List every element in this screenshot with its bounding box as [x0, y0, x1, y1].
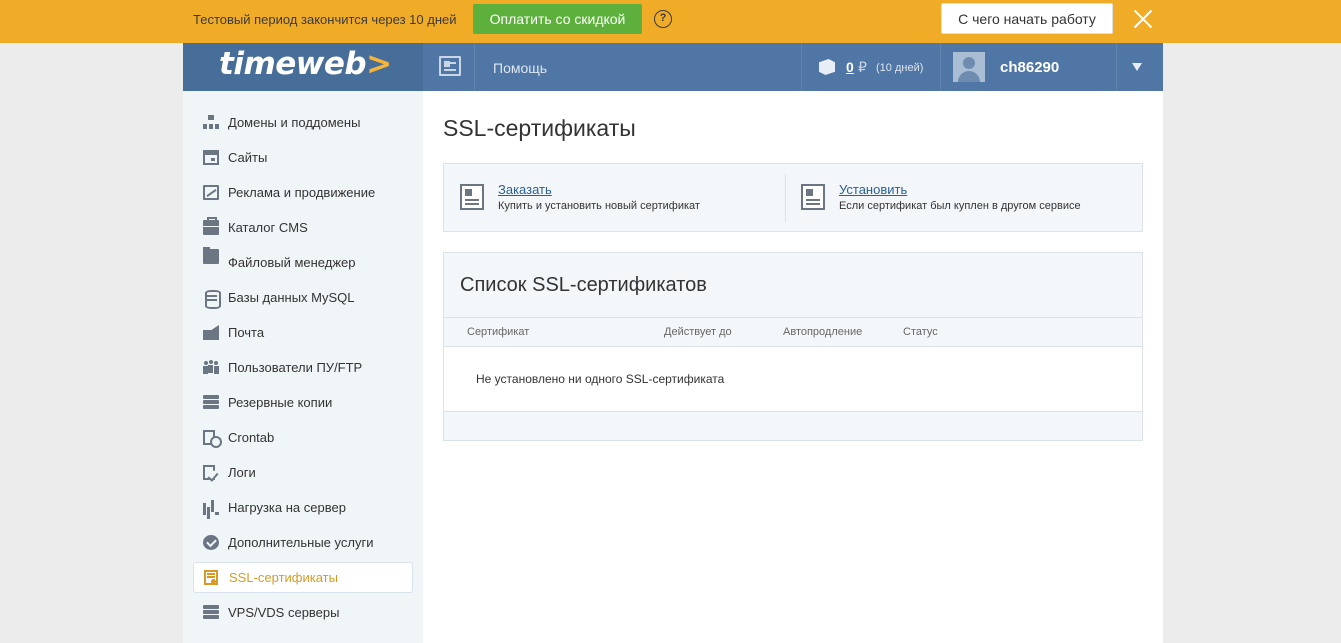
gear-icon	[203, 535, 219, 550]
news-icon[interactable]	[439, 56, 461, 76]
logo[interactable]: timeweb>	[183, 43, 423, 91]
users-icon	[203, 360, 219, 375]
sidebar-item-vps[interactable]: VPS/VDS серверы	[193, 597, 413, 628]
order-description: Купить и установить новый сертификат	[498, 200, 700, 212]
sidebar-item-users-ftp[interactable]: Пользователи ПУ/FTP	[193, 352, 413, 383]
sidebar-item-sites[interactable]: Сайты	[193, 142, 413, 173]
column-header-valid-until: Действует до	[664, 326, 732, 338]
sidebar-item-file-manager[interactable]: Файловый менеджер	[193, 247, 413, 278]
balance-days: (10 дней)	[876, 62, 924, 74]
sidebar-item-ads[interactable]: Реклама и продвижение	[193, 177, 413, 208]
sidebar-item-label: Реклама и продвижение	[228, 185, 376, 200]
database-icon	[205, 290, 221, 309]
sidebar-item-label: Сайты	[228, 150, 268, 165]
ssl-actions-panel: Заказать Купить и установить новый серти…	[443, 163, 1143, 232]
header-divider	[801, 43, 802, 91]
certificate-icon	[204, 570, 218, 585]
sidebar-item-label: Каталог CMS	[228, 220, 308, 235]
sidebar-item-crontab[interactable]: Crontab	[193, 422, 413, 453]
avatar[interactable]	[953, 52, 985, 82]
sidebar-item-label: Логи	[228, 465, 256, 480]
sidebar: Домены и поддомены Сайты Реклама и продв…	[183, 91, 423, 643]
order-link[interactable]: Заказать	[498, 182, 552, 197]
logo-text: timeweb>	[219, 46, 392, 82]
window-icon	[203, 150, 219, 165]
sidebar-item-label: Дополнительные услуги	[228, 535, 374, 550]
folder-icon	[203, 247, 219, 264]
column-header-status: Статус	[903, 326, 938, 338]
username[interactable]: ch86290	[1000, 59, 1059, 76]
certificate-icon	[801, 184, 825, 210]
sidebar-item-ssl[interactable]: SSL-сертификаты	[193, 562, 413, 593]
pay-discount-button[interactable]: Оплатить со скидкой	[473, 4, 642, 34]
sidebar-item-label: Crontab	[228, 430, 275, 445]
sidebar-item-label: Домены и поддомены	[228, 115, 361, 130]
column-header-autorenew: Автопродление	[783, 326, 863, 338]
sitemap-icon	[203, 115, 219, 130]
box-icon	[203, 217, 219, 235]
header-divider	[1116, 43, 1117, 91]
chevron-down-icon[interactable]	[1132, 63, 1142, 71]
help-question-icon[interactable]: ?	[654, 10, 672, 28]
log-icon	[203, 465, 215, 480]
sidebar-item-mail[interactable]: Почта	[193, 317, 413, 348]
page-title: SSL-сертификаты	[443, 115, 636, 141]
sidebar-item-extra-services[interactable]: Дополнительные услуги	[193, 527, 413, 558]
ssl-list-panel: Список SSL-сертификатов Сертификат Дейст…	[443, 252, 1143, 441]
header-divider	[940, 43, 941, 91]
install-link[interactable]: Установить	[839, 182, 907, 197]
clock-icon	[203, 430, 222, 448]
getting-started-button[interactable]: С чего начать работу	[941, 3, 1113, 34]
sidebar-item-label: Файловый менеджер	[228, 255, 356, 270]
sidebar-item-domains[interactable]: Домены и поддомены	[193, 107, 413, 138]
top-header: timeweb> Помощь 0 ₽ (10 дней) ch86290	[183, 43, 1163, 91]
list-footer	[444, 411, 1142, 440]
sidebar-item-label: Резервные копии	[228, 395, 333, 410]
sidebar-item-label: SSL-сертификаты	[229, 570, 338, 585]
server-icon	[203, 605, 219, 620]
list-title: Список SSL-сертификатов	[460, 274, 707, 296]
sidebar-item-label: Пользователи ПУ/FTP	[228, 360, 363, 375]
header-divider	[474, 43, 475, 91]
install-certificate-action[interactable]: Установить Если сертификат был куплен в …	[785, 164, 1142, 231]
certificate-icon	[460, 184, 484, 210]
logo-arrow-icon: >	[366, 46, 392, 82]
trial-banner: Тестовый период закончится через 10 дней…	[0, 0, 1341, 43]
currency-symbol: ₽	[858, 59, 867, 75]
column-header-certificate: Сертификат	[467, 326, 530, 338]
chart-icon	[203, 185, 219, 200]
sidebar-item-label: Почта	[228, 325, 265, 340]
sidebar-item-cms[interactable]: Каталог CMS	[193, 212, 413, 243]
trial-text: Тестовый период закончится через 10 дней	[193, 12, 457, 27]
sidebar-item-label: VPS/VDS серверы	[228, 605, 340, 620]
main-content: SSL-сертификаты Заказать Купить и устано…	[423, 91, 1163, 643]
server-icon	[203, 395, 219, 410]
sidebar-item-logs[interactable]: Логи	[193, 457, 413, 488]
sidebar-item-mysql[interactable]: Базы данных MySQL	[193, 282, 413, 313]
wallet-icon[interactable]	[819, 59, 835, 75]
empty-state-text: Не установлено ни одного SSL-сертификата	[476, 372, 725, 386]
help-link[interactable]: Помощь	[493, 60, 547, 76]
close-icon[interactable]	[1132, 8, 1154, 30]
balance-value[interactable]: 0	[846, 59, 854, 75]
sidebar-item-label: Нагрузка на сервер	[228, 500, 346, 515]
list-header: Список SSL-сертификатов	[444, 253, 1142, 318]
bars-icon	[203, 500, 219, 515]
sidebar-item-server-load[interactable]: Нагрузка на сервер	[193, 492, 413, 523]
sidebar-item-backups[interactable]: Резервные копии	[193, 387, 413, 418]
order-certificate-action[interactable]: Заказать Купить и установить новый серти…	[444, 164, 784, 231]
install-description: Если сертификат был куплен в другом серв…	[839, 200, 1081, 212]
mail-icon	[203, 325, 219, 340]
sidebar-item-label: Базы данных MySQL	[228, 290, 355, 305]
table-header: Сертификат Действует до Автопродление Ст…	[444, 318, 1142, 347]
